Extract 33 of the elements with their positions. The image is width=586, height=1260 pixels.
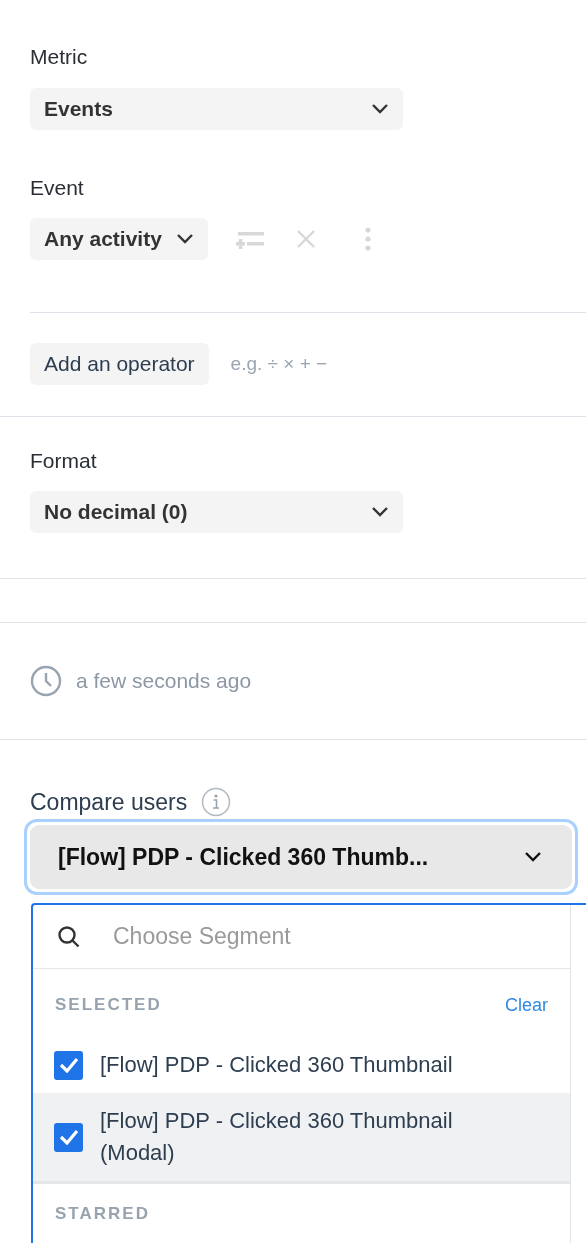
field-label: Metric bbox=[30, 44, 89, 70]
segment-option[interactable]: [Flow] PDP - Clicked 360 Thumbnail (Modal) bbox=[33, 1093, 570, 1181]
chevron-down-icon bbox=[371, 103, 389, 115]
format-dropdown[interactable]: No decimal (0) bbox=[30, 491, 403, 533]
chevron-down-icon bbox=[524, 851, 542, 863]
event-dropdown[interactable]: Any activity bbox=[30, 218, 208, 260]
add-filter-icon[interactable] bbox=[235, 229, 266, 249]
metric-dropdown[interactable]: Events bbox=[30, 88, 403, 130]
search-field[interactable]: Choose Segment bbox=[111, 922, 515, 951]
segment-option[interactable]: [Flow] PDP - Clicked 360 Thumbnail bbox=[33, 1037, 570, 1093]
checkbox[interactable] bbox=[54, 1122, 83, 1152]
more-icon[interactable] bbox=[363, 227, 372, 251]
section-heading: SELECTED bbox=[55, 995, 162, 1015]
checkbox[interactable] bbox=[54, 1050, 83, 1080]
operator-hint: e.g. ÷ × + − bbox=[230, 353, 328, 375]
info-icon[interactable] bbox=[201, 787, 232, 817]
search-icon bbox=[57, 924, 81, 949]
field-label: Compare users bbox=[30, 788, 188, 817]
chevron-down-icon bbox=[175, 233, 194, 245]
option-label: [Flow] PDP - Clicked 360 Thumbnail bbox=[100, 1051, 453, 1079]
check-icon bbox=[58, 1129, 79, 1145]
chevron-down-icon bbox=[371, 506, 389, 518]
field-label: Format bbox=[30, 448, 98, 474]
clock-icon bbox=[30, 665, 62, 697]
add-operator-button[interactable]: Add an operator bbox=[30, 343, 209, 385]
close-icon[interactable] bbox=[295, 229, 316, 249]
option-label: [Flow] PDP - Clicked 360 Thumbnail (Modal) bbox=[100, 1107, 454, 1167]
updated-time: a few seconds ago bbox=[76, 669, 252, 693]
check-icon bbox=[58, 1057, 79, 1073]
clear-link[interactable]: Clear bbox=[505, 994, 548, 1016]
field-label: Event bbox=[30, 175, 85, 201]
compare-dropdown[interactable]: [Flow] PDP - Clicked 360 Thumb... bbox=[30, 825, 572, 889]
section-heading: STARRED bbox=[55, 1204, 150, 1224]
